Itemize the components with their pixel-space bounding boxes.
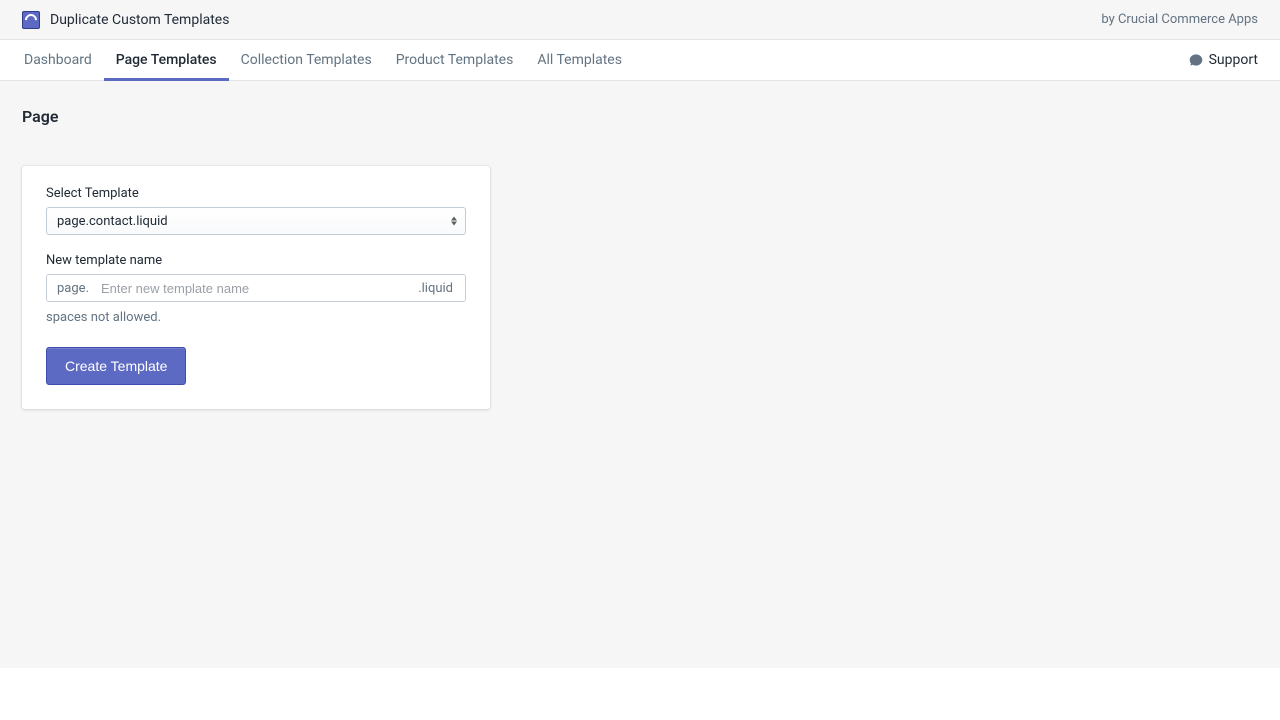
select-template-dropdown[interactable]: page.contact.liquid: [46, 207, 466, 235]
new-template-name-input[interactable]: [99, 275, 408, 301]
tab-page-templates[interactable]: Page Templates: [104, 40, 229, 80]
page-title: Page: [22, 107, 1258, 126]
new-template-name-label: New template name: [46, 253, 466, 268]
tab-collection-templates[interactable]: Collection Templates: [229, 40, 384, 80]
support-link[interactable]: Support: [1189, 40, 1268, 80]
top-bar: Duplicate Custom Templates by Crucial Co…: [0, 0, 1280, 40]
tab-product-templates[interactable]: Product Templates: [384, 40, 526, 80]
main-content: Page Select Template page.contact.liquid…: [0, 81, 1280, 435]
select-template-label: Select Template: [46, 186, 466, 201]
create-template-button[interactable]: Create Template: [46, 347, 186, 385]
support-label: Support: [1209, 52, 1258, 68]
app-icon: [22, 11, 40, 29]
new-template-name-group: page. .liquid: [46, 274, 466, 302]
nav-tabs: Dashboard Page Templates Collection Temp…: [12, 40, 634, 80]
tab-dashboard[interactable]: Dashboard: [12, 40, 104, 80]
bottom-strip: [0, 668, 1280, 720]
byline: by Crucial Commerce Apps: [1101, 12, 1258, 27]
select-template-value: page.contact.liquid: [57, 214, 168, 229]
chat-icon: [1189, 53, 1203, 67]
tab-all-templates[interactable]: All Templates: [525, 40, 634, 80]
create-template-card: Select Template page.contact.liquid New …: [22, 166, 490, 409]
helper-text: spaces not allowed.: [46, 310, 466, 325]
app-title: Duplicate Custom Templates: [50, 12, 229, 28]
top-bar-left: Duplicate Custom Templates: [22, 11, 229, 29]
nav-bar: Dashboard Page Templates Collection Temp…: [0, 40, 1280, 81]
template-name-suffix: .liquid: [408, 275, 465, 301]
select-arrows-icon: [451, 217, 457, 226]
template-name-prefix: page.: [47, 275, 99, 301]
